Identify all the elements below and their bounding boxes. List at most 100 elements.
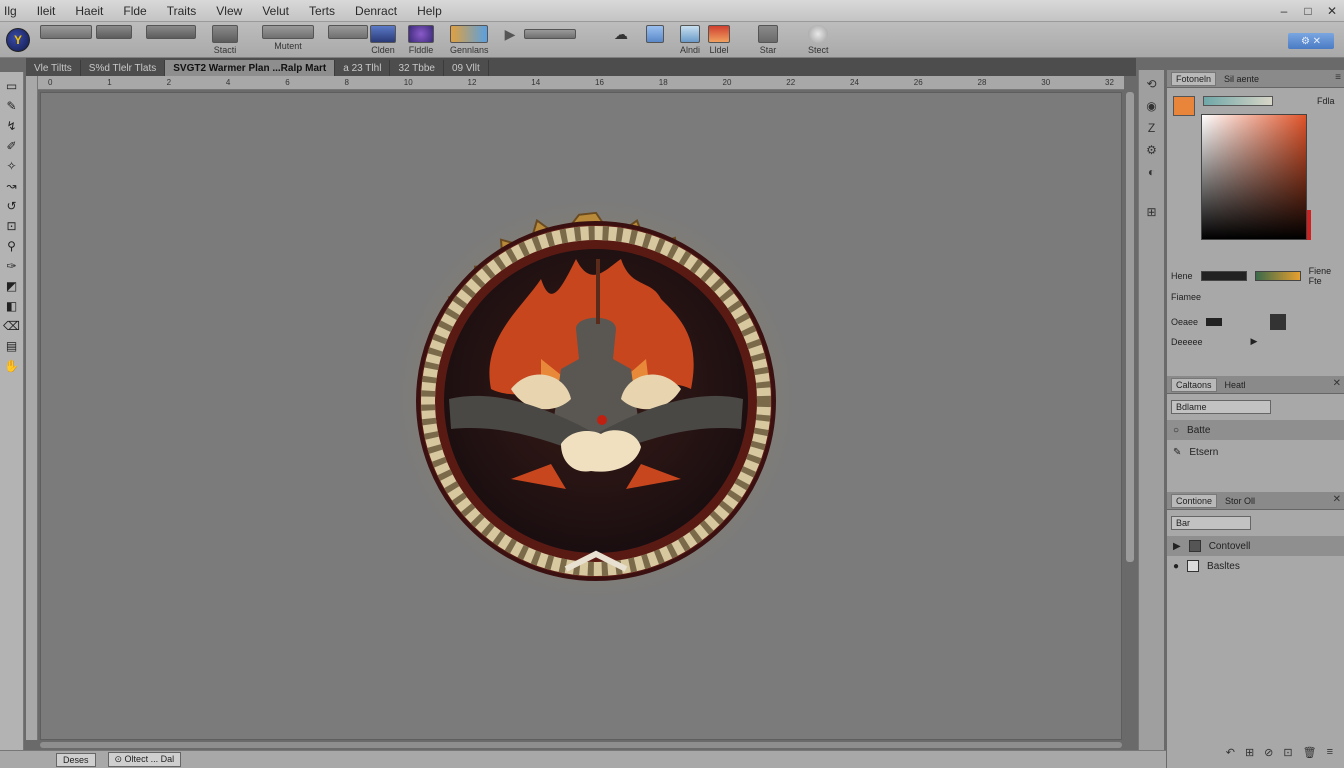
layer-row[interactable]: ▶ Contovell xyxy=(1167,536,1344,556)
undo-icon[interactable]: ↶ xyxy=(1226,746,1235,759)
tab-swatches[interactable]: Sil aente xyxy=(1220,73,1263,85)
doc-tab-5[interactable]: 09 Vllt xyxy=(444,60,489,76)
shape-tool-icon[interactable]: ◧ xyxy=(4,298,20,314)
ruler-tick: 26 xyxy=(913,78,923,87)
eyedropper-tool-icon[interactable]: ⚲ xyxy=(4,238,20,254)
vertical-scrollbar[interactable] xyxy=(1126,92,1134,562)
curve-tool-icon[interactable]: ↝ xyxy=(4,178,20,194)
layers-mode-dropdown[interactable]: Bar xyxy=(1171,516,1251,530)
color-row-label-4: Deeeee xyxy=(1171,336,1203,347)
menu-item-6[interactable]: Velut xyxy=(252,4,299,18)
toolbar-button-8[interactable]: Stect xyxy=(808,25,829,55)
toolbar-doc-button[interactable] xyxy=(646,25,664,43)
ruler-tick: 0 xyxy=(48,78,53,87)
tab-layers[interactable]: Contione xyxy=(1171,493,1218,508)
play-button[interactable]: ▶ xyxy=(502,25,518,43)
brush-tool-icon[interactable]: ✐ xyxy=(4,138,20,154)
toolbar-field-2[interactable] xyxy=(328,25,368,39)
layers-panel-tabs: Contione Stor Oll ✕ xyxy=(1167,492,1344,510)
visibility-icon[interactable]: ● xyxy=(1173,561,1179,572)
menu-item-help[interactable]: Help xyxy=(407,4,452,18)
toolbar-tool-a[interactable] xyxy=(96,25,132,39)
adjust-icon[interactable]: ⚙ xyxy=(1143,142,1161,158)
menu-item-8[interactable]: Denract xyxy=(345,4,407,18)
color-wheel-icon[interactable]: ◉ xyxy=(1143,98,1161,114)
color-preview-bar[interactable] xyxy=(1203,96,1273,106)
text-icon[interactable]: Z xyxy=(1143,120,1161,136)
doc-tab-4[interactable]: 32 Tbbe xyxy=(390,60,444,76)
toolbar-button-4[interactable]: Gennlans xyxy=(450,25,489,55)
status-field-object[interactable]: ⊙ Oltect ... Dal xyxy=(107,752,182,767)
menu-item-4[interactable]: Traits xyxy=(157,4,207,18)
mask-icon[interactable]: ⊘ xyxy=(1264,746,1273,759)
style-icon[interactable]: ◐ xyxy=(1143,164,1161,180)
menu-item-0[interactable]: Ilg xyxy=(0,4,27,18)
gradient-bar-dark[interactable] xyxy=(1200,271,1247,281)
hue-slider[interactable] xyxy=(1307,210,1311,240)
toolbar-button-7[interactable]: Star xyxy=(758,25,778,55)
tab-store[interactable]: Stor Oll xyxy=(1221,495,1259,507)
lasso-tool-icon[interactable]: ↯ xyxy=(4,118,20,134)
delete-icon[interactable]: 🗑 xyxy=(1303,746,1317,759)
channel-name: Etsern xyxy=(1189,446,1219,458)
pencil-tool-icon[interactable]: ✎ xyxy=(4,98,20,114)
panel-toggle-icon[interactable]: ⊞ xyxy=(1143,204,1161,220)
color-picker-field[interactable] xyxy=(1201,114,1307,240)
gradient-bar-color[interactable] xyxy=(1254,271,1301,281)
menu-item-1[interactable]: Ileit xyxy=(27,4,66,18)
tab-health[interactable]: Heatl xyxy=(1221,379,1250,391)
wand-tool-icon[interactable]: ✧ xyxy=(4,158,20,174)
toolbar-button-6[interactable]: Lldel xyxy=(708,25,730,55)
minimize-button[interactable]: – xyxy=(1272,2,1296,20)
right-panels: Fotoneln Sil aente ≡ Fdla Hene Fiene Fte… xyxy=(1166,70,1344,768)
path-tool-icon[interactable]: ↺ xyxy=(4,198,20,214)
menu-item-7[interactable]: Terts xyxy=(299,4,345,18)
channel-row[interactable]: ✎ Etsern xyxy=(1167,442,1344,462)
toolbar-button-0[interactable]: Stacti xyxy=(212,25,238,55)
toolbar-slider[interactable] xyxy=(524,25,576,39)
new-group-icon[interactable]: ⊞ xyxy=(1245,746,1254,759)
layers-tool-icon[interactable]: ▤ xyxy=(4,338,20,354)
doc-tab-3[interactable]: a 23 Tlhl xyxy=(335,60,391,76)
toolbar-button-3[interactable]: Flddle xyxy=(408,25,434,55)
new-layer-icon[interactable]: ⊡ xyxy=(1283,746,1292,759)
star-icon xyxy=(758,25,778,43)
doc-tab-active[interactable]: SVGT2 Warmer Plan ...Ralp Mart xyxy=(165,60,336,76)
eraser-tool-icon[interactable]: ⌫ xyxy=(3,318,20,334)
doc-tab-1[interactable]: S%d Tlelr Tlats xyxy=(81,60,166,76)
panel-close-icon[interactable]: ✕ xyxy=(1333,378,1341,389)
tab-channels[interactable]: Caltaons xyxy=(1171,377,1217,392)
close-button[interactable]: ✕ xyxy=(1320,2,1344,20)
channels-blend-dropdown[interactable]: Bdlame xyxy=(1171,400,1271,414)
tab-color[interactable]: Fotoneln xyxy=(1171,71,1217,86)
rectangle-tool-icon[interactable]: ▭ xyxy=(4,78,20,94)
menu-item-2[interactable]: Haeit xyxy=(65,4,113,18)
history-icon[interactable]: ⟲ xyxy=(1143,76,1161,92)
toolbar-tool-b[interactable] xyxy=(146,25,196,39)
foreground-color-swatch[interactable] xyxy=(1173,96,1195,116)
fill-tool-icon[interactable]: ◩ xyxy=(4,278,20,294)
play-small-icon[interactable]: ▶ xyxy=(1251,336,1258,347)
menu-icon[interactable]: ≡ xyxy=(1327,746,1333,758)
menu-item-view[interactable]: Vlew xyxy=(206,4,252,18)
mode-swatch[interactable] xyxy=(1270,314,1287,330)
settings-close-button[interactable]: ⚙ ✕ xyxy=(1288,33,1334,49)
crop-tool-icon[interactable]: ⊡ xyxy=(4,218,20,234)
channel-row[interactable]: ○ Batte xyxy=(1167,420,1344,440)
panel-menu-icon[interactable]: ≡ xyxy=(1335,72,1341,83)
maximize-button[interactable]: □ xyxy=(1296,2,1320,20)
toolbar-button-5[interactable]: Alndi xyxy=(680,25,700,55)
hand-tool-icon[interactable]: ✋ xyxy=(4,358,20,374)
panel-close-icon[interactable]: ✕ xyxy=(1333,494,1341,505)
pen-tool-icon[interactable]: ✑ xyxy=(4,258,20,274)
menu-item-file[interactable]: Flde xyxy=(113,4,156,18)
horizontal-scrollbar[interactable] xyxy=(40,742,1122,748)
status-field-doc[interactable]: Deses xyxy=(56,752,96,767)
document-canvas[interactable] xyxy=(40,92,1122,740)
toolbar-button-2[interactable]: Clden xyxy=(370,25,396,55)
doc-tab-0[interactable]: Vle Tiltts xyxy=(26,60,81,76)
toolbar-cloud-button[interactable]: ☁ xyxy=(608,25,634,43)
toolbar-field[interactable] xyxy=(40,25,92,39)
toolbar-button-1[interactable]: Mutent xyxy=(262,25,314,51)
layer-row[interactable]: ● Basltes xyxy=(1167,556,1344,576)
